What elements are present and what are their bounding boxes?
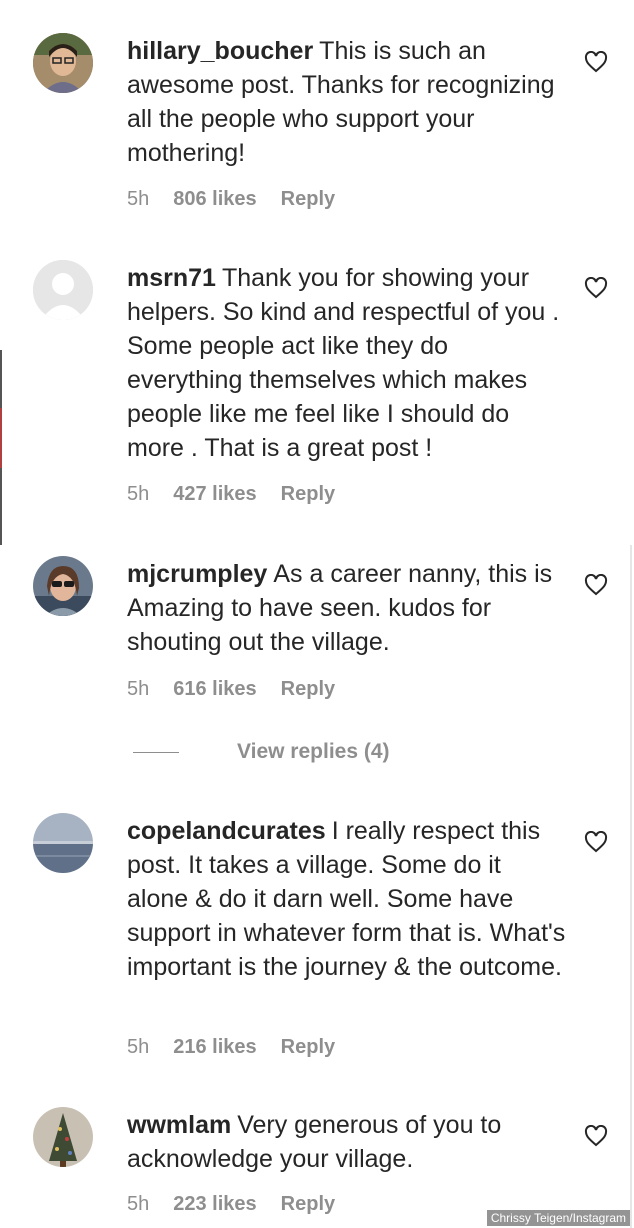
comment-likes[interactable]: 216 likes	[173, 1036, 256, 1059]
reply-button[interactable]: Reply	[281, 678, 335, 701]
user-photo-icon	[33, 556, 93, 616]
avatar[interactable]	[33, 33, 93, 93]
avatar[interactable]	[33, 1107, 93, 1167]
comment-username[interactable]: mjcrumpley	[127, 560, 267, 588]
comment-meta: 5h 427 likes Reply	[127, 483, 335, 506]
heart-icon[interactable]	[584, 574, 608, 596]
comment-username[interactable]: hillary_boucher	[127, 37, 313, 65]
avatar[interactable]	[33, 260, 93, 320]
photo-credit: Chrissy Teigen/Instagram	[486, 1210, 630, 1226]
view-replies-divider	[133, 751, 179, 753]
view-replies-label: View replies (4)	[237, 740, 390, 763]
ocean-photo-icon	[33, 813, 93, 873]
default-avatar-icon	[33, 260, 93, 320]
comment-text: Thank you for showing your helpers. So k…	[127, 264, 560, 462]
left-edge-strip-accent	[0, 408, 2, 468]
comment-username[interactable]: msrn71	[127, 264, 216, 292]
comment-time: 5h	[127, 1036, 150, 1058]
comment-likes[interactable]: 806 likes	[173, 188, 256, 211]
avatar[interactable]	[33, 556, 93, 616]
comment-likes[interactable]: 427 likes	[173, 483, 256, 506]
comment-time: 5h	[127, 483, 150, 505]
comment-time: 5h	[127, 678, 150, 700]
comment-likes[interactable]: 223 likes	[173, 1193, 256, 1216]
right-edge-strip	[630, 545, 632, 1228]
tree-photo-icon	[33, 1107, 93, 1167]
reply-button[interactable]: Reply	[281, 1036, 335, 1059]
avatar[interactable]	[33, 813, 93, 873]
comment-body: wwmlam Very generous of you to acknowledg…	[127, 1108, 567, 1176]
comment-meta: 5h 223 likes Reply	[127, 1193, 335, 1216]
comment-body: hillary_boucher This is such an awesome p…	[127, 34, 567, 170]
comment-meta: 5h 216 likes Reply	[127, 1036, 335, 1059]
reply-button[interactable]: Reply	[281, 188, 335, 211]
comment-body: copelandcurates I really respect this pos…	[127, 814, 567, 984]
comment-username[interactable]: copelandcurates	[127, 817, 326, 845]
reply-button[interactable]: Reply	[281, 483, 335, 506]
comment-body: mjcrumpley As a career nanny, this is Ama…	[127, 557, 567, 659]
comment-time: 5h	[127, 1193, 150, 1215]
heart-icon[interactable]	[584, 1125, 608, 1147]
comment-body: msrn71 Thank you for showing your helpers…	[127, 261, 567, 465]
comment-likes[interactable]: 616 likes	[173, 678, 256, 701]
comment-username[interactable]: wwmlam	[127, 1111, 231, 1139]
heart-icon[interactable]	[584, 831, 608, 853]
comment-time: 5h	[127, 188, 150, 210]
heart-icon[interactable]	[584, 277, 608, 299]
user-photo-icon	[33, 33, 93, 93]
view-replies-button[interactable]: View replies (4)	[133, 740, 390, 764]
reply-button[interactable]: Reply	[281, 1193, 335, 1216]
heart-icon[interactable]	[584, 51, 608, 73]
comment-meta: 5h 616 likes Reply	[127, 678, 335, 701]
comment-meta: 5h 806 likes Reply	[127, 188, 335, 211]
